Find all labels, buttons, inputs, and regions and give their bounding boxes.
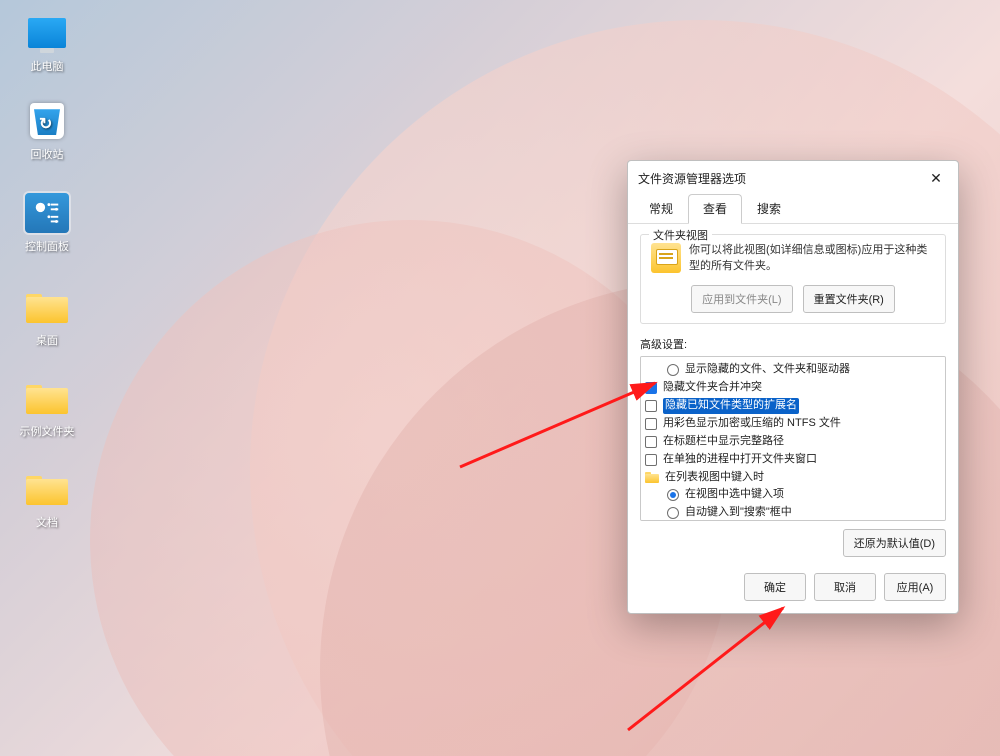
desktop-icon-label: 控制面板 [12, 238, 82, 254]
desktop-icon-this-pc[interactable]: 此电脑 [12, 13, 82, 74]
desktop[interactable]: 此电脑 回收站 控制面板 桌面 示例文件夹 文档 文件资源管理器选项 ✕ 常规 … [0, 0, 1000, 756]
radio-icon[interactable] [667, 489, 679, 501]
opt-full-path-title[interactable]: 在标题栏中显示完整路径 [643, 433, 943, 451]
tab-view[interactable]: 查看 [688, 194, 742, 224]
folder-icon [645, 471, 659, 483]
desktop-icon-documents[interactable]: 文档 [12, 469, 82, 530]
opt-show-hidden[interactable]: 显示隐藏的文件、文件夹和驱动器 [643, 361, 943, 379]
folder-view-description: 你可以将此视图(如详细信息或图标)应用于这种类型的所有文件夹。 [689, 243, 935, 275]
desktop-icon-label: 文档 [12, 514, 82, 530]
dialog-tabs: 常规 查看 搜索 [628, 193, 958, 224]
opt-list-typing-select[interactable]: 在视图中选中键入项 [643, 486, 943, 504]
tab-general[interactable]: 常规 [634, 194, 688, 224]
desktop-icon-label: 示例文件夹 [12, 423, 82, 439]
dialog-titlebar[interactable]: 文件资源管理器选项 ✕ [628, 161, 958, 193]
desktop-icon-sample-folder[interactable]: 示例文件夹 [12, 378, 82, 439]
folder-view-group: 文件夹视图 你可以将此视图(如详细信息或图标)应用于这种类型的所有文件夹。 应用… [640, 234, 946, 324]
close-button[interactable]: ✕ [922, 167, 950, 189]
opt-separate-process[interactable]: 在单独的进程中打开文件夹窗口 [643, 451, 943, 469]
checkbox-icon[interactable] [645, 400, 657, 412]
checkbox-icon[interactable] [645, 436, 657, 448]
apply-to-folders-button[interactable]: 应用到文件夹(L) [691, 285, 792, 313]
folder-view-group-title: 文件夹视图 [649, 227, 712, 243]
restore-defaults-button[interactable]: 还原为默认值(D) [843, 529, 946, 557]
desktop-icon-label: 此电脑 [12, 58, 82, 74]
annotation-arrow-ok [618, 600, 798, 745]
checkbox-icon[interactable] [645, 418, 657, 430]
dialog-title: 文件资源管理器选项 [638, 170, 746, 187]
cancel-button[interactable]: 取消 [814, 573, 876, 601]
desktop-icon-label: 桌面 [12, 332, 82, 348]
opt-list-typing-search[interactable]: 自动键入到"搜索"框中 [643, 504, 943, 521]
folder-options-dialog[interactable]: 文件资源管理器选项 ✕ 常规 查看 搜索 文件夹视图 你可以将此视图(如详细信息… [627, 160, 959, 614]
checkbox-icon[interactable] [645, 382, 657, 394]
radio-icon[interactable] [667, 364, 679, 376]
advanced-settings-tree[interactable]: 显示隐藏的文件、文件夹和驱动器 隐藏文件夹合并冲突 隐藏已知文件类型的扩展名 用… [640, 356, 946, 521]
desktop-icon-recycle-bin[interactable]: 回收站 [12, 101, 82, 162]
opt-hide-merge-conflict[interactable]: 隐藏文件夹合并冲突 [643, 379, 943, 397]
desktop-icon-label: 回收站 [12, 146, 82, 162]
checkbox-icon[interactable] [645, 454, 657, 466]
radio-icon[interactable] [667, 507, 679, 519]
desktop-icon-desktop-folder[interactable]: 桌面 [12, 287, 82, 348]
reset-folders-button[interactable]: 重置文件夹(R) [803, 285, 895, 313]
dialog-footer: 确定 取消 应用(A) [628, 565, 958, 613]
opt-hide-known-extensions[interactable]: 隐藏已知文件类型的扩展名 [643, 397, 943, 415]
opt-ntfs-color[interactable]: 用彩色显示加密或压缩的 NTFS 文件 [643, 415, 943, 433]
ok-button[interactable]: 确定 [744, 573, 806, 601]
monitor-icon [28, 18, 66, 48]
folder-icon [651, 243, 681, 273]
folder-icon [26, 382, 68, 414]
desktop-icon-control-panel[interactable]: 控制面板 [12, 193, 82, 254]
control-panel-icon [25, 193, 69, 233]
tab-search[interactable]: 搜索 [742, 194, 796, 224]
folder-icon [26, 473, 68, 505]
opt-list-typing-group[interactable]: 在列表视图中键入时 [643, 469, 943, 487]
recycle-bin-icon [30, 103, 64, 139]
folder-icon [26, 291, 68, 323]
apply-button[interactable]: 应用(A) [884, 573, 946, 601]
advanced-settings-label: 高级设置: [640, 336, 946, 352]
